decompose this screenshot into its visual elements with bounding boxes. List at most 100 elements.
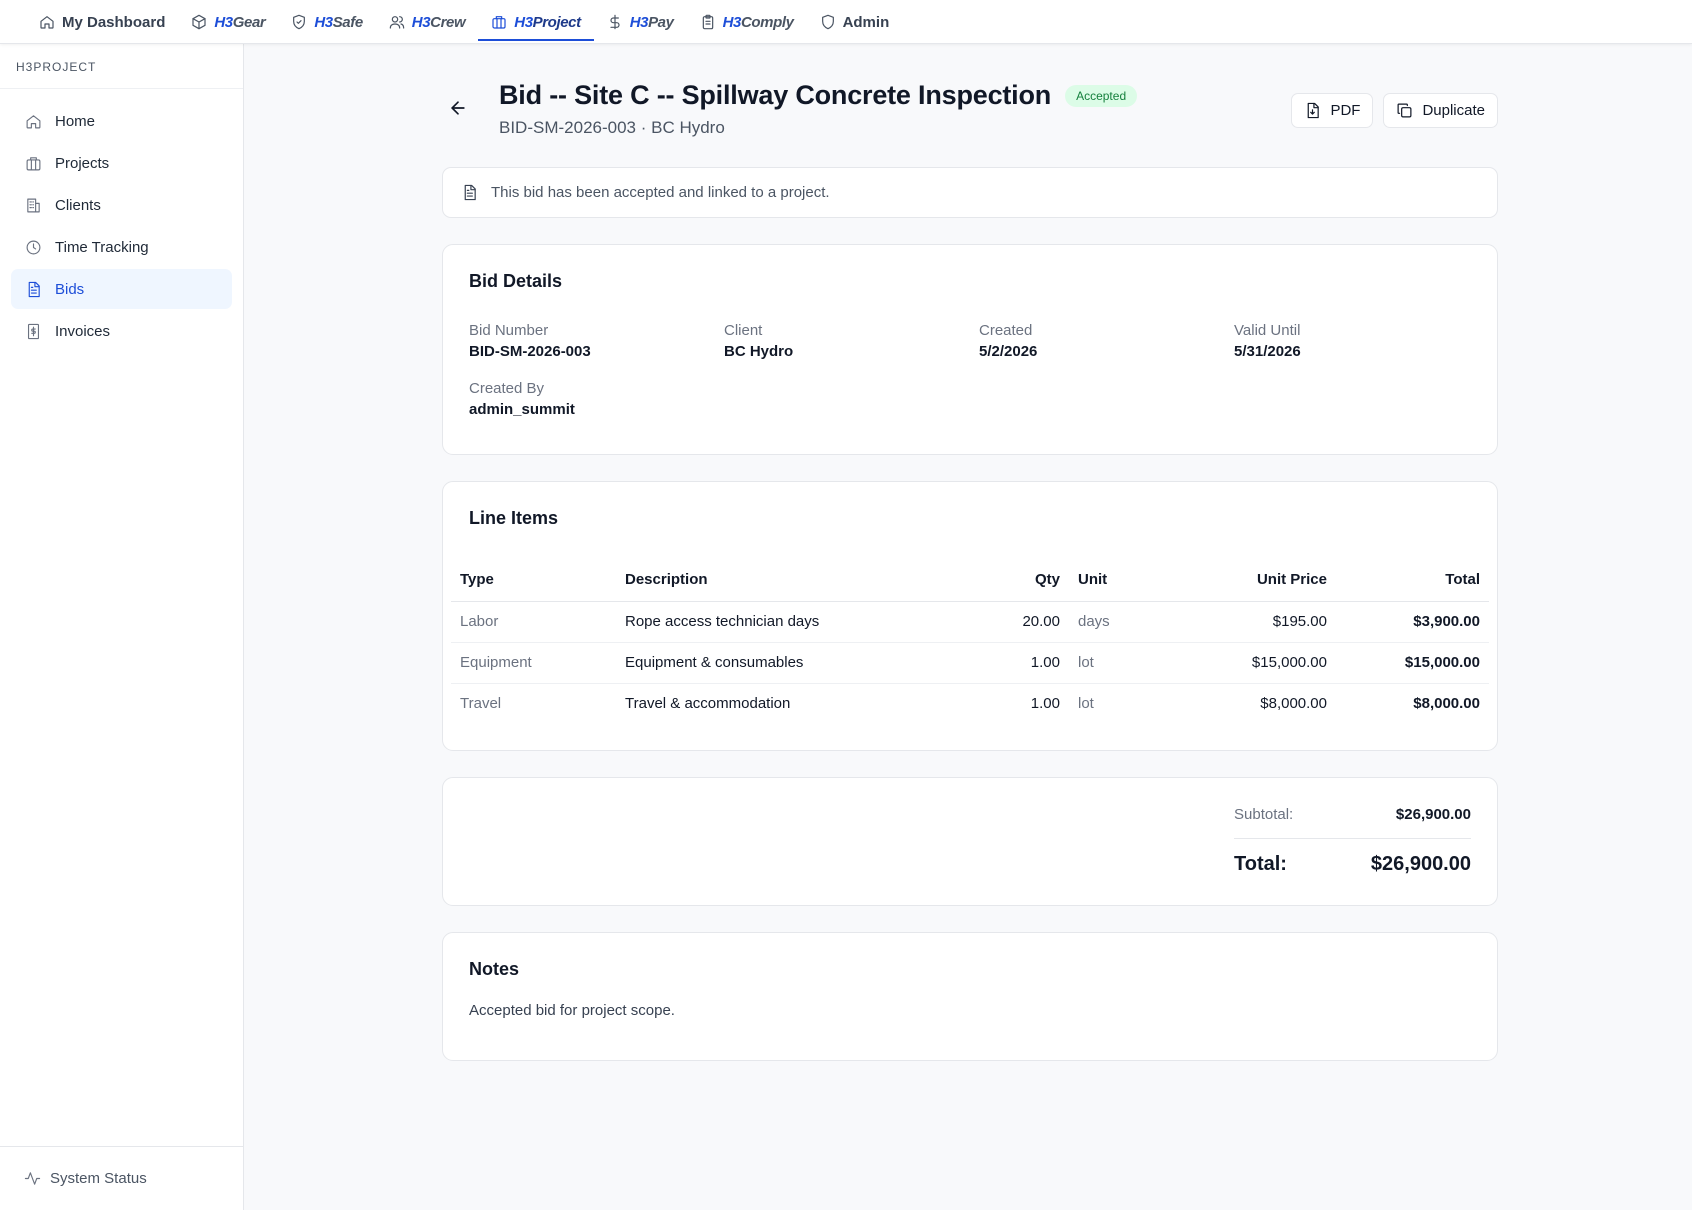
cell-unit-price: $195.00	[1164, 601, 1336, 643]
field-label: Valid Until	[1234, 322, 1301, 339]
nav-h3safe[interactable]: H3Safe	[278, 0, 375, 44]
pdf-button[interactable]: PDF	[1291, 93, 1374, 128]
nav-admin-label: Admin	[842, 13, 890, 31]
col-unit-price-header: Unit Price	[1164, 559, 1336, 602]
cell-description: Equipment & consumables	[616, 642, 999, 684]
field-value: 5/2/2026	[979, 343, 1038, 360]
sidebar-item-projects[interactable]: Projects	[11, 143, 232, 183]
cell-unit: lot	[1078, 695, 1094, 713]
line-items-title: Line Items	[469, 508, 559, 528]
notes-text: Accepted bid for project scope.	[469, 1002, 675, 1019]
receipt-icon	[27, 323, 40, 339]
sidebar-item-bids[interactable]: Bids	[11, 269, 232, 309]
nav-my-dashboard-label: My Dashboard	[62, 13, 166, 31]
table-header-row: Type Description Qty Unit Unit Price Tot…	[451, 559, 1489, 602]
nav-h3project[interactable]: H3Project	[478, 0, 595, 44]
field-valid-until: Valid Until 5/31/2026	[1234, 322, 1489, 360]
field-value: BID-SM-2026-003	[469, 343, 591, 360]
sidebar-item-time-tracking[interactable]: Time Tracking	[11, 227, 232, 267]
briefcase-icon	[492, 16, 506, 29]
nav-my-dashboard[interactable]: My Dashboard	[26, 0, 178, 44]
field-client: Client BC Hydro	[724, 322, 979, 360]
pdf-button-label: PDF	[1330, 102, 1361, 119]
col-qty-header: Qty	[999, 559, 1069, 602]
field-label: Bid Number	[469, 322, 549, 339]
clock-icon	[26, 240, 41, 254]
cell-total: $15,000.00	[1336, 642, 1489, 684]
cell-unit: days	[1069, 601, 1164, 643]
sidebar-item-invoices[interactable]: Invoices	[11, 311, 232, 351]
document-icon	[28, 281, 40, 297]
home-icon	[26, 114, 41, 128]
sidebar: H3PROJECT Home Projects Clients Time Tra…	[0, 44, 244, 1210]
sidebar-item-label: Projects	[55, 154, 110, 172]
box-icon	[192, 14, 206, 30]
nav-h3pay[interactable]: H3Pay	[594, 0, 687, 44]
table-row: Labor Rope access technician days 20.00 …	[451, 601, 1489, 643]
field-label: Created By	[469, 380, 545, 397]
cell-type: Equipment	[451, 642, 616, 684]
nav-h3comply-label: H3Comply	[722, 13, 794, 31]
shield-check-icon	[293, 14, 306, 30]
system-status-link[interactable]: System Status	[0, 1146, 243, 1210]
info-banner-text: This bid has been accepted and linked to…	[491, 184, 830, 201]
cell-description: Travel & accommodation	[625, 695, 791, 713]
clipboard-icon	[702, 14, 713, 30]
cell-qty: 1.00	[999, 642, 1069, 684]
duplicate-button[interactable]: Duplicate	[1383, 93, 1498, 128]
cell-qty: 20.00	[999, 601, 1069, 643]
nav-h3crew[interactable]: H3Crew	[376, 0, 478, 44]
nav-admin[interactable]: Admin	[807, 0, 903, 44]
field-value: 5/31/2026	[1234, 343, 1301, 360]
notes-title: Notes	[469, 959, 520, 979]
shield-icon	[821, 14, 834, 30]
subtotal-value: $26,900.00	[1395, 806, 1471, 823]
title-row: Bid -- Site C -- Spillway Concrete Inspe…	[499, 80, 1138, 111]
arrow-left-icon	[451, 101, 465, 115]
cell-total: $3,900.00	[1336, 601, 1489, 643]
sidebar-item-label: Time Tracking	[55, 238, 149, 256]
field-created: Created 5/2/2026	[979, 322, 1234, 360]
sidebar-item-clients[interactable]: Clients	[11, 185, 232, 225]
bid-details-card: Bid Details Bid Number BID-SM-2026-003 C…	[442, 244, 1498, 455]
col-description-header: Description	[616, 559, 999, 602]
nav-h3gear-label: H3Gear	[214, 13, 266, 31]
back-button[interactable]	[448, 98, 470, 120]
totals-card: Subtotal: $26,900.00 Total: $26,900.00	[442, 777, 1498, 906]
copy-icon	[1397, 103, 1412, 118]
top-nav: My Dashboard H3Gear H3Safe H3Crew H3Proj…	[0, 0, 1692, 44]
main-content: Bid -- Site C -- Spillway Concrete Inspe…	[442, 44, 1498, 1061]
cell-unit-price: $8,000.00	[1260, 695, 1327, 713]
cell-type: Travel	[460, 695, 502, 713]
system-status-label: System Status	[50, 1170, 147, 1187]
cell-unit: lot	[1069, 642, 1164, 684]
dollar-icon	[610, 14, 620, 30]
total-label: Total:	[1234, 853, 1287, 875]
field-value: admin_summit	[469, 401, 575, 418]
col-total-header: Total	[1336, 559, 1489, 602]
document-icon	[464, 184, 476, 201]
sidebar-header: H3PROJECT	[0, 44, 243, 89]
sidebar-item-label: Bids	[55, 280, 85, 298]
col-type-header: Type	[451, 559, 616, 602]
table-row: Equipment Equipment & consumables 1.00 l…	[451, 642, 1489, 684]
sidebar-item-label: Clients	[55, 196, 101, 214]
status-badge: Accepted	[1065, 84, 1138, 107]
field-label: Created	[979, 322, 1033, 339]
total-value: $26,900.00	[1370, 853, 1471, 875]
sidebar-item-home[interactable]: Home	[11, 101, 232, 141]
table-row: Travel Travel & accommodation 1.00 lot $…	[451, 683, 1489, 724]
sidebar-item-label: Invoices	[55, 322, 111, 340]
info-banner: This bid has been accepted and linked to…	[442, 167, 1498, 218]
nav-h3comply[interactable]: H3Comply	[687, 0, 807, 44]
field-bid-number: Bid Number BID-SM-2026-003	[469, 322, 724, 360]
page-subtitle: BID-SM-2026-003 · BC Hydro	[499, 118, 725, 137]
page-header: Bid -- Site C -- Spillway Concrete Inspe…	[442, 44, 1498, 167]
header-actions: PDF Duplicate	[1291, 93, 1498, 128]
nav-h3gear[interactable]: H3Gear	[178, 0, 278, 44]
nav-h3crew-label: H3Crew	[411, 13, 466, 31]
nav-h3pay-label: H3Pay	[629, 13, 674, 31]
cell-unit-price: $15,000.00	[1164, 642, 1336, 684]
sidebar-item-label: Home	[55, 112, 96, 130]
subtotal-label: Subtotal:	[1234, 806, 1294, 823]
